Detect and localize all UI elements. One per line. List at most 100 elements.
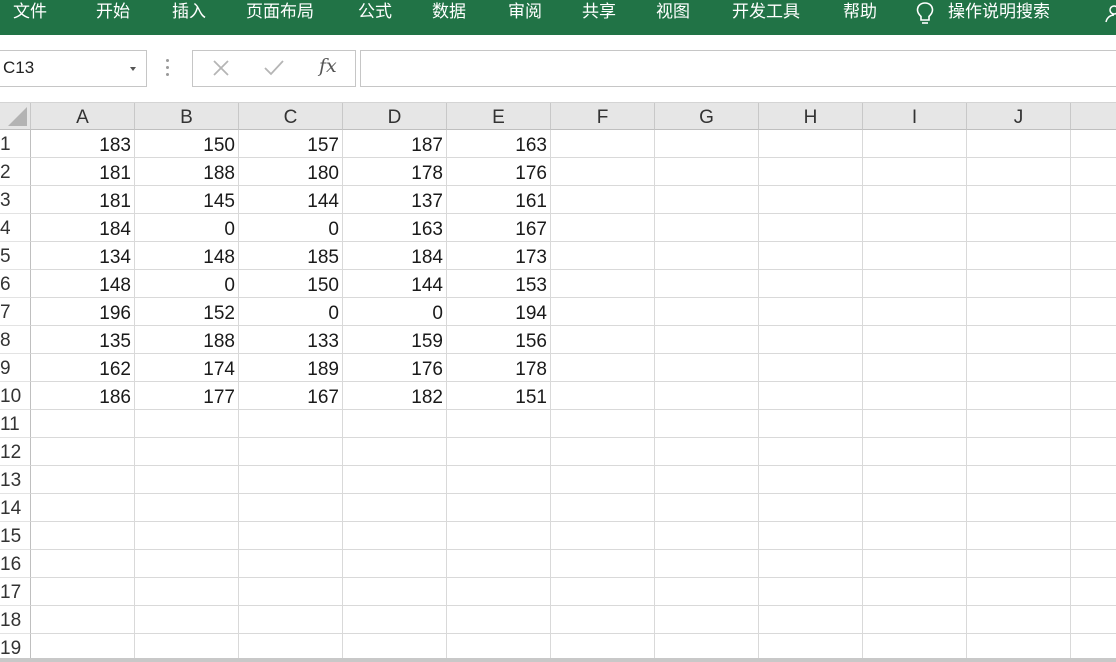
cell-b3[interactable]: 145 <box>135 186 238 214</box>
cell-d2[interactable]: 178 <box>343 158 446 186</box>
tab-page-layout[interactable]: 页面布局 <box>246 0 314 30</box>
cell-e8[interactable]: 156 <box>447 326 550 354</box>
tab-home[interactable]: 开始 <box>96 0 130 30</box>
cell-e9[interactable]: 178 <box>447 354 550 382</box>
select-all-corner[interactable] <box>0 103 31 130</box>
cell-b10[interactable]: 177 <box>135 382 238 410</box>
cell-d5[interactable]: 184 <box>343 242 446 270</box>
cell-d7[interactable]: 0 <box>343 298 446 326</box>
row-header-1[interactable]: 1 <box>0 130 31 158</box>
worksheet-grid[interactable]: ABCDEFGHIJ 1 2 3 4 5 6 7 8 9 10 11 12 13 14 15 16 17 18 19… <box>0 103 1116 662</box>
chevron-down-icon[interactable] <box>130 67 136 71</box>
row-header-11[interactable]: 11 <box>0 410 31 438</box>
tab-share[interactable]: 共享 <box>582 0 616 30</box>
tab-help[interactable]: 帮助 <box>843 0 877 30</box>
row-header-7[interactable]: 7 <box>0 298 31 326</box>
cell-a7[interactable]: 196 <box>31 298 134 326</box>
cell-e5[interactable]: 173 <box>447 242 550 270</box>
row-header-18[interactable]: 18 <box>0 606 31 634</box>
column-header-g[interactable]: G <box>655 103 759 130</box>
cell-b1[interactable]: 150 <box>135 130 238 158</box>
cell-d3[interactable]: 137 <box>343 186 446 214</box>
cell-b6[interactable]: 0 <box>135 270 238 298</box>
row-header-9[interactable]: 9 <box>0 354 31 382</box>
tell-me-search[interactable]: 操作说明搜索 <box>948 0 1050 30</box>
cell-d9[interactable]: 176 <box>343 354 446 382</box>
column-header-d[interactable]: D <box>343 103 447 130</box>
column-header-h[interactable]: H <box>759 103 863 130</box>
cell-b7[interactable]: 152 <box>135 298 238 326</box>
cell-d8[interactable]: 159 <box>343 326 446 354</box>
cell-a8[interactable]: 135 <box>31 326 134 354</box>
grip-dots-icon[interactable] <box>166 59 170 79</box>
cell-b5[interactable]: 148 <box>135 242 238 270</box>
fx-icon[interactable]: fx <box>319 55 337 77</box>
cell-e4[interactable]: 167 <box>447 214 550 242</box>
row-header-16[interactable]: 16 <box>0 550 31 578</box>
cell-d4[interactable]: 163 <box>343 214 446 242</box>
column-header-e[interactable]: E <box>447 103 551 130</box>
column-header-b[interactable]: B <box>135 103 239 130</box>
cell-a10[interactable]: 186 <box>31 382 134 410</box>
cell-c2[interactable]: 180 <box>239 158 342 186</box>
cell-a9[interactable]: 162 <box>31 354 134 382</box>
formula-input[interactable] <box>360 50 1116 87</box>
cell-d10[interactable]: 182 <box>343 382 446 410</box>
row-header-12[interactable]: 12 <box>0 438 31 466</box>
cell-c10[interactable]: 167 <box>239 382 342 410</box>
cancel-icon[interactable] <box>211 58 231 78</box>
row-header-17[interactable]: 17 <box>0 578 31 606</box>
cell-e1[interactable]: 163 <box>447 130 550 158</box>
cell-a5[interactable]: 134 <box>31 242 134 270</box>
column-header-f[interactable]: F <box>551 103 655 130</box>
cell-e7[interactable]: 194 <box>447 298 550 326</box>
tab-insert[interactable]: 插入 <box>172 0 206 30</box>
column-header-c[interactable]: C <box>239 103 343 130</box>
tab-data[interactable]: 数据 <box>432 0 466 30</box>
row-header-13[interactable]: 13 <box>0 466 31 494</box>
cell-a2[interactable]: 181 <box>31 158 134 186</box>
row-header-5[interactable]: 5 <box>0 242 31 270</box>
cell-a4[interactable]: 184 <box>31 214 134 242</box>
tab-developer[interactable]: 开发工具 <box>732 0 800 30</box>
cell-b4[interactable]: 0 <box>135 214 238 242</box>
cell-c3[interactable]: 144 <box>239 186 342 214</box>
cell-c4[interactable]: 0 <box>239 214 342 242</box>
column-header-j[interactable]: J <box>967 103 1071 130</box>
cell-e3[interactable]: 161 <box>447 186 550 214</box>
cell-a1[interactable]: 183 <box>31 130 134 158</box>
cell-b2[interactable]: 188 <box>135 158 238 186</box>
cell-c1[interactable]: 157 <box>239 130 342 158</box>
name-box[interactable]: C13 <box>0 50 147 87</box>
tab-review[interactable]: 审阅 <box>508 0 542 30</box>
row-header-15[interactable]: 15 <box>0 522 31 550</box>
column-header-a[interactable]: A <box>31 103 135 130</box>
row-header-6[interactable]: 6 <box>0 270 31 298</box>
row-header-8[interactable]: 8 <box>0 326 31 354</box>
cell-a3[interactable]: 181 <box>31 186 134 214</box>
cell-a6[interactable]: 148 <box>31 270 134 298</box>
column-header-i[interactable]: I <box>863 103 967 130</box>
cell-c6[interactable]: 150 <box>239 270 342 298</box>
cell-c5[interactable]: 185 <box>239 242 342 270</box>
cell-b8[interactable]: 188 <box>135 326 238 354</box>
tab-file[interactable]: 文件 <box>13 0 47 30</box>
cell-e6[interactable]: 153 <box>447 270 550 298</box>
cell-c9[interactable]: 189 <box>239 354 342 382</box>
row-header-3[interactable]: 3 <box>0 186 31 214</box>
cell-d6[interactable]: 144 <box>343 270 446 298</box>
row-header-2[interactable]: 2 <box>0 158 31 186</box>
cell-e10[interactable]: 151 <box>447 382 550 410</box>
tab-formulas[interactable]: 公式 <box>358 0 392 30</box>
tab-view[interactable]: 视图 <box>656 0 690 30</box>
person-icon[interactable] <box>1100 4 1116 24</box>
row-header-14[interactable]: 14 <box>0 494 31 522</box>
cell-c7[interactable]: 0 <box>239 298 342 326</box>
row-header-4[interactable]: 4 <box>0 214 31 242</box>
lightbulb-icon[interactable] <box>914 1 936 27</box>
cell-e2[interactable]: 176 <box>447 158 550 186</box>
cell-c8[interactable]: 133 <box>239 326 342 354</box>
enter-icon[interactable] <box>263 58 285 78</box>
row-header-10[interactable]: 10 <box>0 382 31 410</box>
cell-b9[interactable]: 174 <box>135 354 238 382</box>
